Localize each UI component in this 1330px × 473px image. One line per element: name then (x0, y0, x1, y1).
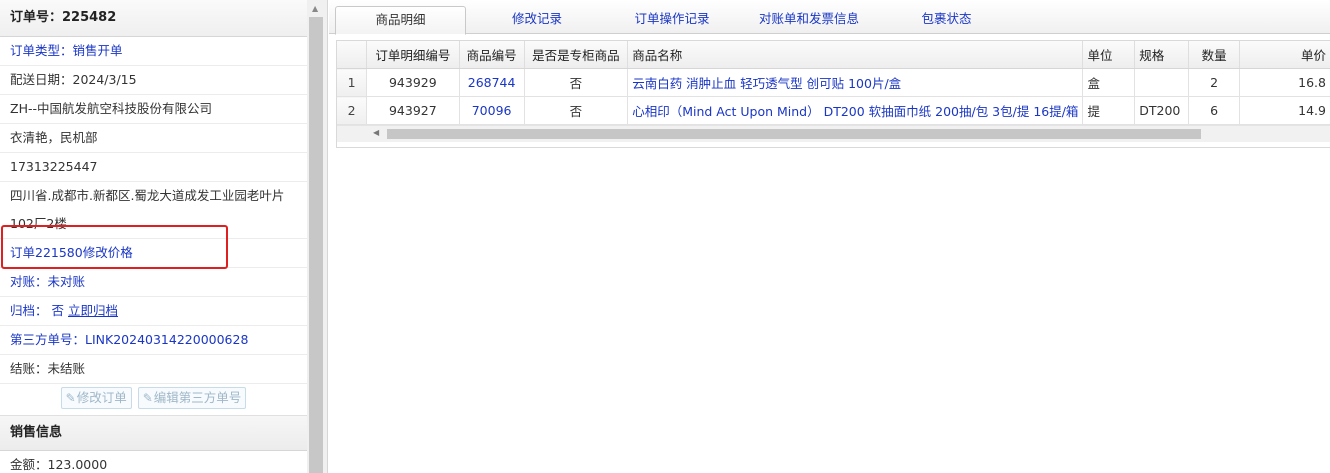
grid-horizontal-scrollbar[interactable]: ◀ (337, 125, 1330, 142)
col-product-id[interactable]: 商品编号 (459, 41, 525, 69)
counter-product-cell: 否 (524, 68, 629, 97)
left-panel-scrollbar[interactable]: ▲ (307, 0, 328, 473)
order-type-label: 订单类型： (10, 43, 73, 58)
table-row[interactable]: 2 943927 70096 否 心相印（Mind Act Upon Mind）… (337, 96, 1330, 125)
detail-id-cell: 943927 (366, 96, 460, 125)
product-table: 订单明细编号 商品编号 是否是专柜商品 商品名称 单位 规格 数量 单价 1 9… (337, 41, 1330, 125)
reconcile-value: 未对账 (47, 274, 86, 289)
product-grid: 订单明细编号 商品编号 是否是专柜商品 商品名称 单位 规格 数量 单价 1 9… (336, 40, 1330, 148)
contact-name: 衣清艳，民机部 (0, 124, 307, 153)
third-party-value: LINK20240314220000628 (85, 332, 249, 347)
table-header-row: 订单明细编号 商品编号 是否是专柜商品 商品名称 单位 规格 数量 单价 (337, 41, 1330, 69)
edit-order-label: 修改订单 (76, 390, 127, 405)
unit-cell: 盒 (1082, 68, 1136, 97)
detail-area: 商品明细 修改记录 订单操作记录 对账单和发票信息 包裹状态 订单明细编号 商品… (329, 0, 1330, 473)
order-type-row: 订单类型：销售开单 (0, 37, 307, 66)
order-number-title: 订单号：225482 (0, 0, 307, 37)
row-number: 1 (337, 68, 368, 97)
edit-icon: ✎ (142, 391, 153, 405)
col-unit-price[interactable]: 单价 (1239, 41, 1330, 69)
tab-modify-history[interactable]: 修改记录 (479, 6, 595, 32)
product-name-link[interactable]: 云南白药 消肿止血 轻巧透气型 创可贴 100片/盒 (627, 68, 1084, 97)
annotation-highlight-box (1, 225, 228, 269)
archive-now-link[interactable]: 立即归档 (68, 303, 118, 318)
company-name: ZH--中国航发航空科技股份有限公司 (0, 95, 307, 124)
col-counter-product[interactable]: 是否是专柜商品 (524, 41, 629, 69)
tab-operation-history[interactable]: 订单操作记录 (614, 6, 730, 32)
product-id-link[interactable]: 268744 (459, 68, 525, 97)
order-info-panel: 订单号：225482 订单类型：销售开单 配送日期：2024/3/15 ZH--… (0, 0, 308, 473)
reconcile-row: 对账：未对账 (0, 268, 307, 297)
tab-invoice-info[interactable]: 对账单和发票信息 (744, 6, 874, 32)
quantity-cell: 6 (1188, 96, 1241, 125)
unit-price-cell: 16.8 (1239, 68, 1330, 97)
col-detail-id[interactable]: 订单明细编号 (366, 41, 460, 69)
scroll-up-icon[interactable]: ▲ (312, 4, 318, 13)
scroll-left-icon[interactable]: ◀ (373, 128, 379, 137)
phone-number: 17313225447 (0, 153, 307, 182)
third-party-row: 第三方单号：LINK20240314220000628 (0, 326, 307, 355)
sales-info-header: 销售信息 (0, 416, 307, 451)
edit-icon: ✎ (65, 391, 76, 405)
tab-product-details[interactable]: 商品明细 (335, 6, 466, 35)
reconcile-label: 对账： (10, 274, 48, 289)
edit-third-party-label: 编辑第三方单号 (153, 390, 242, 405)
archive-row: 归档： 否 立即归档 (0, 297, 307, 326)
scrollbar-thumb[interactable] (309, 17, 323, 473)
unit-price-cell: 14.9 (1239, 96, 1330, 125)
settle-status: 结账：未结账 (0, 355, 307, 384)
col-product-name[interactable]: 商品名称 (627, 41, 1084, 69)
product-id-link[interactable]: 70096 (459, 96, 525, 125)
edit-order-button[interactable]: ✎修改订单 (60, 387, 132, 409)
counter-product-cell: 否 (524, 96, 629, 125)
unit-cell: 提 (1082, 96, 1136, 125)
third-party-label: 第三方单号： (10, 332, 86, 347)
col-rownum (337, 41, 368, 69)
col-spec[interactable]: 规格 (1134, 41, 1189, 69)
sales-amount: 金额：123.0000 (0, 451, 307, 473)
scrollbar-thumb[interactable] (387, 129, 1201, 139)
spec-cell: DT200 (1134, 96, 1189, 125)
product-name-link[interactable]: 心相印（Mind Act Upon Mind） DT200 软抽面巾纸 200抽… (627, 96, 1084, 125)
table-row[interactable]: 1 943929 268744 否 云南白药 消肿止血 轻巧透气型 创可贴 10… (337, 68, 1330, 97)
edit-third-party-button[interactable]: ✎编辑第三方单号 (137, 387, 247, 409)
col-quantity[interactable]: 数量 (1188, 41, 1241, 69)
delivery-date: 配送日期：2024/3/15 (0, 66, 307, 95)
detail-id-cell: 943929 (366, 68, 460, 97)
quantity-cell: 2 (1188, 68, 1241, 97)
tab-package-status[interactable]: 包裹状态 (899, 6, 994, 32)
archive-value: 否 (51, 303, 65, 318)
spec-cell (1134, 68, 1189, 97)
row-number: 2 (337, 96, 368, 125)
order-type-value: 销售开单 (72, 43, 123, 58)
action-buttons: ✎修改订单 ✎编辑第三方单号 (0, 384, 307, 416)
archive-label: 归档： (10, 303, 48, 318)
tab-bar: 商品明细 修改记录 订单操作记录 对账单和发票信息 包裹状态 (329, 0, 1330, 35)
col-unit[interactable]: 单位 (1082, 41, 1136, 69)
